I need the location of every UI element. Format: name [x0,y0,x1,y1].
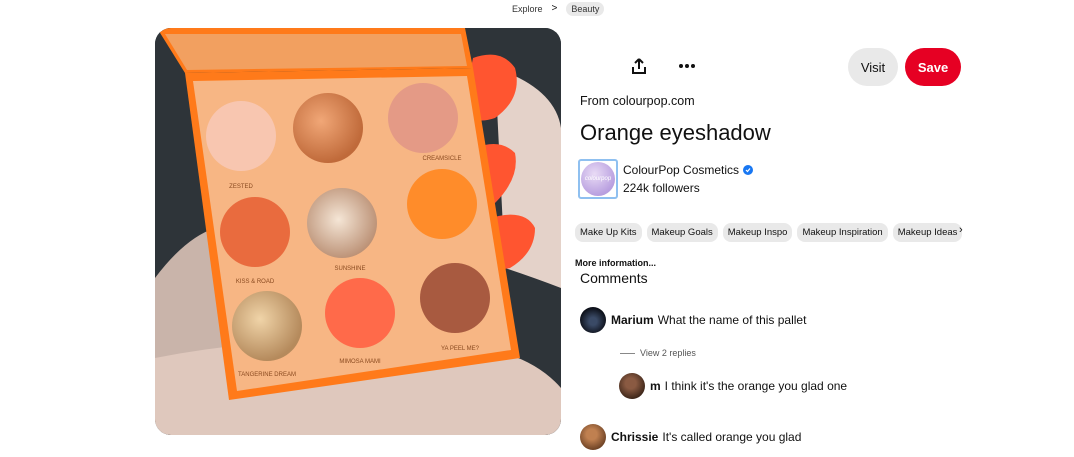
chevron-right-icon[interactable]: › [959,224,963,236]
pin-title: Orange eyeshadow [580,120,771,145]
chevron-right-icon: > [551,3,558,14]
source-link[interactable]: From colourpop.com [580,94,695,108]
comment-reply: m I think it's the orange you glad one [619,373,847,399]
comment-author[interactable]: Chrissie [611,430,658,444]
verified-icon [743,165,754,175]
commenter-avatar[interactable] [619,373,645,399]
divider [620,352,635,354]
tag-chip[interactable]: Makeup Inspo [722,223,793,242]
tag-chip[interactable]: Make Up Kits [575,223,642,242]
breadcrumb: Explore > Beauty [512,0,605,17]
commenter-avatar[interactable] [580,424,606,450]
tag-chip[interactable]: Makeup Goals [646,223,718,242]
tag-chip[interactable]: Makeup Inspiration [797,223,888,242]
creator-avatar[interactable]: colourpop [578,159,618,199]
comment-author[interactable]: m [650,379,661,393]
view-replies-link[interactable]: View 2 replies [620,348,696,358]
shade-label: MIMOSA MAMI [339,359,381,365]
share-icon[interactable] [629,56,649,76]
more-information-link[interactable]: More information... [575,258,656,268]
commenter-avatar[interactable] [580,307,606,333]
more-icon[interactable] [677,56,697,76]
pin-image[interactable]: ZESTED CREAMSICLE KISS & ROAD SUNSHINE T… [155,28,561,435]
tag-list: Make Up Kits Makeup Goals Makeup Inspo M… [575,223,968,242]
shade-label: TANGERINE DREAM [238,372,296,378]
shade-label: ZESTED [229,184,253,190]
comment-text: It's called orange you glad [662,430,802,444]
comment-item: Chrissie It's called orange you glad [580,424,801,450]
shade-label: KISS & ROAD [236,279,275,285]
pin-toolbar [629,56,697,76]
save-button[interactable]: Save [905,48,961,86]
comments-heading: Comments [580,270,648,286]
visit-button[interactable]: Visit [848,48,898,86]
comment-text: What the name of this pallet [657,313,807,327]
creator-profile[interactable]: colourpop ColourPop Cosmetics 224k follo… [578,159,754,199]
breadcrumb-explore[interactable]: Explore [512,4,543,14]
eyeshadow-palette-photo: ZESTED CREAMSICLE KISS & ROAD SUNSHINE T… [155,28,561,435]
breadcrumb-beauty[interactable]: Beauty [566,1,605,16]
tag-chip[interactable]: Makeup Ideas [892,223,963,242]
comment-item: Marium What the name of this pallet [580,307,806,333]
creator-name[interactable]: ColourPop Cosmetics [623,163,739,177]
shade-label: CREAMSICLE [422,156,461,162]
avatar-logo: colourpop [581,162,615,196]
comment-text: I think it's the orange you glad one [664,379,848,393]
follower-count: 224k followers [623,181,700,195]
comment-author[interactable]: Marium [611,313,654,327]
shade-label: SUNSHINE [334,266,365,272]
shade-label: YA PEEL ME? [441,346,480,352]
view-replies-label[interactable]: View 2 replies [640,348,696,358]
